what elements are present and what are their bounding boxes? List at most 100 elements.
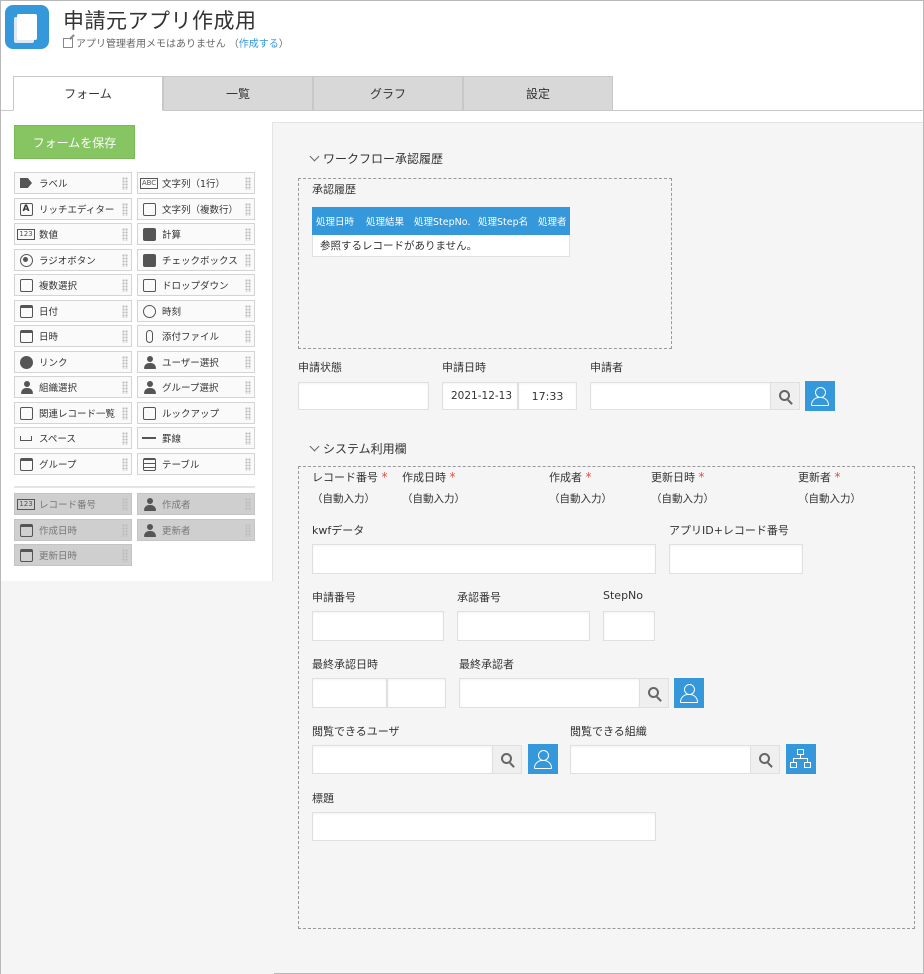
palette-item[interactable]: テーブル — [137, 453, 255, 475]
palette-item[interactable]: チェックボックス — [137, 249, 255, 271]
palette-item[interactable]: ユーザー選択 — [137, 351, 255, 373]
user-icon — [680, 683, 698, 703]
drag-handle-icon[interactable] — [122, 498, 128, 511]
clock-icon — [142, 304, 156, 318]
tab-graph[interactable]: グラフ — [313, 76, 463, 111]
drag-handle-icon[interactable] — [245, 498, 251, 511]
viewer-org-input[interactable] — [570, 745, 752, 774]
palette-item[interactable]: A リッチエディター — [14, 198, 132, 220]
drag-handle-icon[interactable] — [122, 524, 128, 537]
viewer-user-picker-button[interactable] — [528, 744, 558, 774]
palette-item[interactable]: ルックアップ — [137, 402, 255, 424]
kwf-input[interactable] — [312, 544, 656, 574]
palette-item[interactable]: グループ選択 — [137, 376, 255, 398]
drag-handle-icon[interactable] — [245, 356, 251, 369]
drag-handle-icon[interactable] — [122, 432, 128, 445]
drag-handle-icon[interactable] — [245, 254, 251, 267]
lookup-icon — [142, 406, 156, 420]
drag-handle-icon[interactable] — [122, 279, 128, 292]
drag-handle-icon[interactable] — [245, 305, 251, 318]
drag-handle-icon[interactable] — [122, 407, 128, 420]
drag-handle-icon[interactable] — [245, 381, 251, 394]
system-palette-item[interactable]: 更新日時 — [14, 544, 132, 566]
drag-handle-icon[interactable] — [122, 549, 128, 562]
drag-handle-icon[interactable] — [245, 330, 251, 343]
last-approver-search-button[interactable] — [639, 678, 669, 708]
tab-settings[interactable]: 設定 — [463, 76, 613, 111]
palette-item[interactable]: 日時 — [14, 325, 132, 347]
drag-handle-icon[interactable] — [122, 228, 128, 241]
palette-item[interactable]: 罫線 — [137, 427, 255, 449]
drag-handle-icon[interactable] — [245, 228, 251, 241]
drag-handle-icon[interactable] — [122, 203, 128, 216]
palette-item[interactable]: 日付 — [14, 300, 132, 322]
status-input[interactable] — [298, 382, 429, 410]
palette-item[interactable]: ドロップダウン — [137, 274, 255, 296]
viewer-org-search-button[interactable] — [750, 745, 780, 774]
stepno-input[interactable] — [603, 611, 655, 641]
drag-handle-icon[interactable] — [245, 407, 251, 420]
search-icon — [647, 686, 659, 698]
palette-item[interactable]: 時刻 — [137, 300, 255, 322]
palette-item[interactable]: ラジオボタン — [14, 249, 132, 271]
palette-item[interactable]: ラベル — [14, 172, 132, 194]
drag-handle-icon[interactable] — [122, 254, 128, 267]
viewer-org-picker-button[interactable] — [786, 744, 816, 774]
viewer-user-search-button[interactable] — [492, 745, 522, 774]
applicant-input[interactable] — [590, 382, 771, 410]
palette-item[interactable]: 組織選択 — [14, 376, 132, 398]
save-form-button[interactable]: フォームを保存 — [14, 125, 135, 159]
system-palette-item[interactable]: 123 レコード番号 — [14, 493, 132, 515]
drag-handle-icon[interactable] — [245, 432, 251, 445]
viewer-user-label: 閲覧できるユーザ — [312, 725, 400, 738]
drag-handle-icon[interactable] — [122, 356, 128, 369]
applicant-search-button[interactable] — [770, 382, 800, 410]
palette-item[interactable]: グループ — [14, 453, 132, 475]
drag-handle-icon[interactable] — [122, 458, 128, 471]
created-date-icon — [19, 523, 33, 537]
drag-handle-icon[interactable] — [122, 381, 128, 394]
tab-form[interactable]: フォーム — [13, 76, 163, 111]
workflow-history-field[interactable] — [298, 178, 672, 349]
drag-handle-icon[interactable] — [122, 305, 128, 318]
auto-field-value: （自動入力） — [651, 493, 714, 505]
palette-item[interactable]: 文字列（複数行） — [137, 198, 255, 220]
memo-create-link[interactable]: 作成する — [239, 39, 279, 50]
drag-handle-icon[interactable] — [245, 524, 251, 537]
palette-item[interactable]: 123 数値 — [14, 223, 132, 245]
system-section-header[interactable]: システム利用欄 — [309, 440, 407, 457]
appid-input[interactable] — [669, 544, 803, 574]
system-palette-item[interactable]: 更新者 — [137, 519, 255, 541]
apply-number-input[interactable] — [312, 611, 444, 641]
applicant-user-picker-button[interactable] — [805, 381, 835, 411]
palette-item[interactable]: 添付ファイル — [137, 325, 255, 347]
drag-handle-icon[interactable] — [245, 279, 251, 292]
apply-time-input[interactable]: 17:33 — [518, 382, 577, 410]
palette-item[interactable]: 関連レコード一覧 — [14, 402, 132, 424]
approve-number-input[interactable] — [457, 611, 590, 641]
record-number-icon: 123 — [17, 498, 35, 510]
last-approver-input[interactable] — [459, 678, 640, 708]
drag-handle-icon[interactable] — [245, 458, 251, 471]
palette-item[interactable]: 計算 — [137, 223, 255, 245]
org-icon — [19, 380, 33, 394]
palette-item[interactable]: 複数選択 — [14, 274, 132, 296]
last-approve-time-input[interactable] — [387, 678, 446, 708]
apply-date-input[interactable]: 2021-12-13 — [442, 382, 518, 410]
subject-input[interactable] — [312, 812, 656, 841]
drag-handle-icon[interactable] — [122, 330, 128, 343]
palette-item[interactable]: リンク — [14, 351, 132, 373]
drag-handle-icon[interactable] — [245, 203, 251, 216]
system-palette-item[interactable]: 作成者 — [137, 493, 255, 515]
last-approver-user-picker-button[interactable] — [674, 678, 704, 708]
system-palette-item[interactable]: 作成日時 — [14, 519, 132, 541]
drag-handle-icon[interactable] — [245, 177, 251, 190]
palette-item[interactable]: ABC 文字列（1行） — [137, 172, 255, 194]
workflow-section-header[interactable]: ワークフロー承認履歴 — [309, 150, 443, 167]
tab-list[interactable]: 一覧 — [163, 76, 313, 111]
drag-handle-icon[interactable] — [122, 177, 128, 190]
globe-icon — [19, 355, 33, 369]
viewer-user-input[interactable] — [312, 745, 493, 774]
palette-item[interactable]: スペース — [14, 427, 132, 449]
last-approve-date-input[interactable] — [312, 678, 387, 708]
